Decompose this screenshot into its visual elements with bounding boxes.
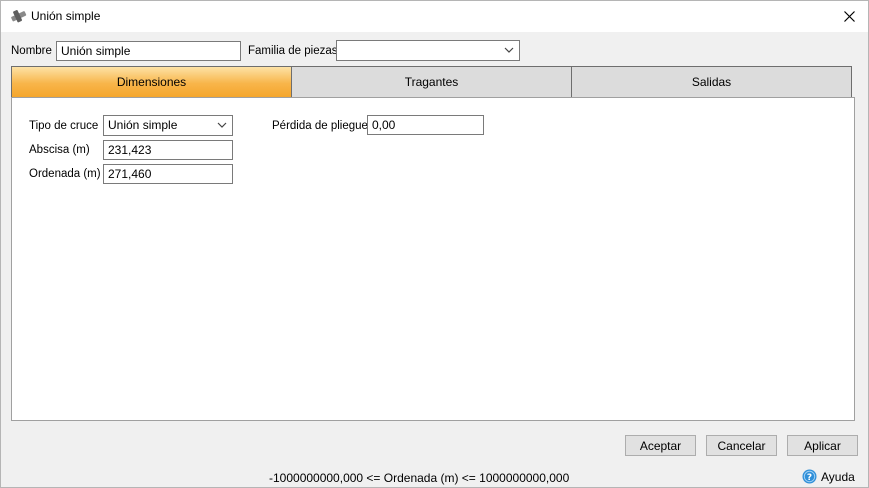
cross-type-select-value: Unión simple: [108, 118, 178, 132]
name-input[interactable]: Unión simple: [56, 41, 241, 61]
abscissa-label: Abscisa (m): [29, 144, 90, 156]
abscissa-input[interactable]: 231,423: [103, 140, 233, 160]
title-bar: Unión simple: [1, 1, 868, 32]
window-title: Unión simple: [31, 9, 101, 23]
loss-input[interactable]: 0,00: [367, 115, 484, 135]
family-select[interactable]: [336, 40, 520, 61]
chevron-down-icon: [504, 47, 514, 53]
family-label: Familia de piezas: [248, 45, 338, 57]
pipe-junction-icon: [11, 10, 27, 23]
ordinate-label: Ordenada (m): [29, 168, 101, 180]
help-icon: ?: [802, 469, 817, 484]
status-text: -1000000000,000 <= Ordenada (m) <= 10000…: [269, 471, 570, 485]
accept-button[interactable]: Aceptar: [625, 435, 696, 456]
name-label: Nombre: [11, 45, 52, 57]
svg-text:?: ?: [807, 473, 812, 483]
chevron-down-icon: [217, 122, 227, 128]
dialog-window: Unión simple Nombre Unión simple Familia…: [0, 0, 869, 488]
cancel-button[interactable]: Cancelar: [706, 435, 777, 456]
tab-salidas[interactable]: Salidas: [571, 67, 851, 97]
close-button[interactable]: [830, 1, 868, 32]
cross-type-select[interactable]: Unión simple: [103, 115, 233, 136]
help-label: Ayuda: [821, 469, 855, 484]
ordinate-input[interactable]: 271,460: [103, 164, 233, 184]
cross-type-label: Tipo de cruce: [29, 120, 99, 132]
tab-tragantes[interactable]: Tragantes: [291, 67, 571, 97]
apply-button[interactable]: Aplicar: [787, 435, 858, 456]
close-icon: [843, 11, 855, 22]
help-button[interactable]: ? Ayuda: [802, 469, 855, 484]
tab-strip: Dimensiones Tragantes Salidas: [11, 66, 852, 98]
loss-label: Pérdida de pliegue: [272, 120, 368, 132]
tab-dimensiones[interactable]: Dimensiones: [12, 67, 291, 97]
